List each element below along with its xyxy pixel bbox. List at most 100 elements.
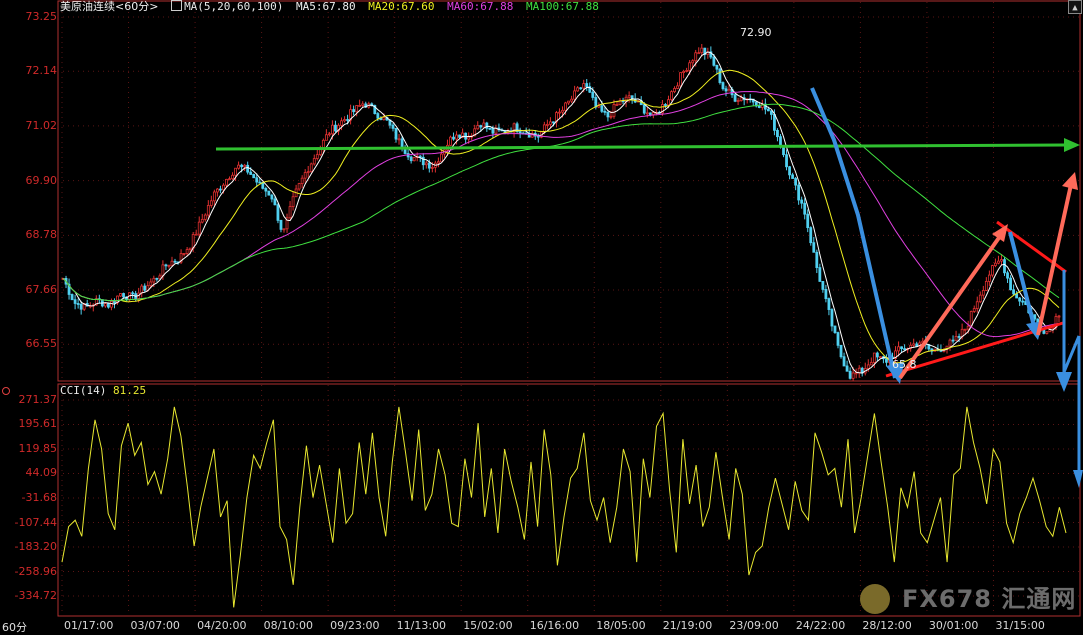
candle-body xyxy=(830,309,834,327)
cci-tick-label: -334.72 xyxy=(14,589,57,602)
cci-tick-label: 195.61 xyxy=(18,417,58,431)
candle-body xyxy=(794,178,798,186)
time-tick-label: 21/19:00 xyxy=(662,619,713,632)
candle-body xyxy=(182,252,186,255)
candle-body xyxy=(948,339,952,347)
blue-down-arrow-right-head xyxy=(1056,372,1072,392)
candle-body xyxy=(782,146,785,156)
candle-body xyxy=(391,124,395,129)
time-tick-label: 18/05:00 xyxy=(596,619,646,632)
watermark-text: FX678 汇通网 xyxy=(902,585,1077,613)
candle-body xyxy=(806,213,810,229)
candle-body xyxy=(842,356,846,367)
candle-body xyxy=(712,56,716,66)
user-drawings[interactable] xyxy=(215,87,1083,488)
candle-body xyxy=(225,178,228,186)
time-tick-label: 28/12:00 xyxy=(862,619,912,632)
candle-body xyxy=(664,104,667,106)
candle-body xyxy=(691,60,695,64)
candle-body xyxy=(282,228,286,231)
candle-body xyxy=(452,136,455,140)
support-line-green xyxy=(215,143,1066,151)
candle-body xyxy=(591,91,595,98)
chevron-up-icon[interactable]: ▲ xyxy=(1068,0,1082,14)
candle-body xyxy=(1021,300,1025,303)
candle-body xyxy=(324,134,328,141)
candle-body xyxy=(585,83,589,87)
candle-body xyxy=(694,52,698,62)
cci-tick-label: 44.09 xyxy=(25,466,58,480)
candle-body xyxy=(309,163,313,173)
price-tick-label: 68.78 xyxy=(25,228,58,242)
candle-body xyxy=(200,218,204,223)
candle-body xyxy=(243,164,247,168)
candle-body xyxy=(885,358,888,363)
cci-label: CCI(14) xyxy=(60,384,107,397)
candle-body xyxy=(70,294,74,301)
candle-body xyxy=(206,205,210,216)
period-tag: <60分> xyxy=(115,0,159,13)
chart-canvas[interactable] xyxy=(0,0,1083,633)
candle-body xyxy=(300,177,304,185)
price-legend: 美原油连续<60分> MA(5,20,60,100) MA5:67.80 MA2… xyxy=(60,0,605,14)
cci-series-line xyxy=(61,406,1067,608)
candle-body xyxy=(76,303,80,305)
candle-body xyxy=(627,95,631,98)
candle-body xyxy=(73,299,77,304)
price-tick-label: 71.02 xyxy=(25,118,58,132)
time-tick-label: 08/10:00 xyxy=(263,619,313,632)
cci-tick-label: 271.37 xyxy=(18,393,58,406)
candle-body xyxy=(776,129,779,138)
cci-legend: CCI(14) 81.25 xyxy=(60,384,146,398)
price-tick-label: 67.66 xyxy=(25,283,58,297)
candle-body xyxy=(110,301,113,308)
candle-body xyxy=(576,87,580,92)
candle-body xyxy=(685,70,689,72)
candle-body xyxy=(167,264,171,267)
candle-body xyxy=(212,191,216,202)
candle-body xyxy=(107,303,110,308)
candle-body xyxy=(549,121,552,125)
candle-body xyxy=(972,308,976,312)
candle-body xyxy=(328,133,331,136)
candle-body xyxy=(155,277,159,280)
candle-body xyxy=(957,336,961,338)
candle-body xyxy=(676,85,679,89)
candle-body xyxy=(131,292,135,295)
candle-body xyxy=(552,121,555,124)
price-tick-label: 72.14 xyxy=(25,64,58,78)
cci-value: 81.25 xyxy=(112,384,147,397)
candle-body xyxy=(866,364,870,369)
candle-body xyxy=(718,68,722,83)
time-tick-label: 16/16:00 xyxy=(529,619,580,632)
candle-body xyxy=(809,227,813,244)
ma-toggle-icon[interactable] xyxy=(171,0,183,11)
candle-body xyxy=(485,122,489,129)
candle-body xyxy=(240,164,244,168)
ma100-value: MA100:67.88 xyxy=(525,0,599,13)
price-grid xyxy=(58,2,1080,380)
time-tick-label: 30/01:00 xyxy=(928,619,979,632)
price-tick-label: 73.25 xyxy=(25,10,58,23)
candle-body xyxy=(1006,272,1009,279)
red-arrow-head-2 xyxy=(1062,172,1078,190)
candle-body xyxy=(246,164,250,173)
candle-body xyxy=(897,346,900,352)
candle-body xyxy=(727,88,731,92)
candle-body xyxy=(573,90,577,100)
candle-body xyxy=(424,162,428,166)
candle-body xyxy=(449,136,452,146)
candle-body xyxy=(651,112,655,115)
candle-body xyxy=(963,328,967,331)
candle-body xyxy=(688,62,692,71)
candle-body xyxy=(219,188,222,191)
cci-tick-label: -258.96 xyxy=(14,564,57,578)
candle-body xyxy=(185,249,189,254)
blue-zigzag-head xyxy=(1073,470,1083,488)
red-arrow-head-1 xyxy=(992,224,1008,242)
candle-body xyxy=(564,102,567,111)
candle-body xyxy=(321,139,325,149)
time-tick-label: 03/07:00 xyxy=(130,619,180,632)
candle-body xyxy=(228,178,231,181)
candle-body xyxy=(397,138,401,141)
